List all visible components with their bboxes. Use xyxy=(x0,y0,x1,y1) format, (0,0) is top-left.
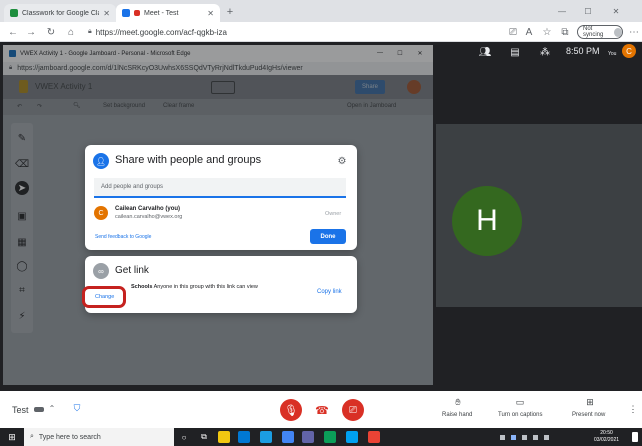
jamboard-window: VWEX Activity 1 - Google Jamboard - Pers… xyxy=(3,45,433,385)
more-options-icon[interactable]: ⋮ xyxy=(628,403,638,415)
home-icon[interactable]: ⌂ xyxy=(64,25,78,39)
mic-off-button[interactable]: 🎙︎ xyxy=(280,399,302,421)
close-tab-icon[interactable]: ✕ xyxy=(207,9,214,18)
you-label: You xyxy=(608,51,617,57)
participant-avatar: H xyxy=(452,186,522,256)
edge-app-icon[interactable] xyxy=(260,431,272,443)
owner-avatar: C xyxy=(94,206,108,220)
camera-off-button[interactable]: ⎚ xyxy=(342,399,364,421)
add-people-input[interactable]: Add people and groups xyxy=(94,178,346,198)
meet-header-bar: 👥︎ ▤ ⁂ 8:50 PM You C xyxy=(470,42,642,62)
activities-icon[interactable]: ⁂ xyxy=(538,45,552,59)
system-tray xyxy=(500,433,570,441)
store-app-icon[interactable] xyxy=(346,431,358,443)
meet-clock: 8:50 PM xyxy=(566,46,600,56)
more-menu-icon[interactable]: ⋯ xyxy=(627,25,641,39)
taskbar-search-box[interactable]: ⌕ Type here to search xyxy=(24,428,174,446)
cortana-icon[interactable]: ○ xyxy=(178,431,190,443)
tab-meet[interactable]: Meet - Test ✕ xyxy=(116,4,220,22)
self-avatar[interactable]: C xyxy=(622,44,636,58)
browser-tab-strip: Classwork for Google Classroom ✕ Meet - … xyxy=(0,0,642,22)
meeting-details-icon xyxy=(34,407,44,412)
mail-icon[interactable] xyxy=(238,431,250,443)
sync-label: Not syncing xyxy=(583,26,604,38)
lock-icon: 🔒︎ xyxy=(88,28,92,35)
battery-icon[interactable] xyxy=(533,434,538,440)
taskbar-clock[interactable]: 20:50 03/02/2021 xyxy=(594,430,619,444)
settings-gear-icon[interactable]: ⚙ xyxy=(335,154,349,168)
classroom-favicon xyxy=(10,9,18,17)
recording-icon xyxy=(134,10,140,16)
chevron-up-icon[interactable] xyxy=(500,434,505,440)
notifications-icon[interactable] xyxy=(632,432,638,442)
chevron-up-icon[interactable]: ⌃ xyxy=(46,402,58,414)
browser-address-row: ← → ↻ ⌂ 🔒︎ https://meet.google.com/acf-q… xyxy=(0,22,642,42)
minimize-icon[interactable]: — xyxy=(556,5,568,17)
tab-title: Classwork for Google Classroom xyxy=(22,9,99,17)
photos-app-icon[interactable] xyxy=(368,431,380,443)
tab-classroom[interactable]: Classwork for Google Classroom ✕ xyxy=(4,4,116,22)
taskbar-search-placeholder: Type here to search xyxy=(38,433,101,441)
search-icon: ⌕ xyxy=(30,433,34,440)
chrome-app-icon[interactable] xyxy=(282,431,294,443)
meeting-name: Test xyxy=(12,405,29,415)
security-shield-icon[interactable]: ⛉ xyxy=(70,401,84,415)
profile-avatar xyxy=(613,27,622,37)
network-icon[interactable] xyxy=(522,434,527,440)
screen-root: Classwork for Google Classroom ✕ Meet - … xyxy=(0,0,642,446)
owner-email: cailean.carvalho@vwex.org xyxy=(115,214,183,220)
raise-hand-label[interactable]: Raise hand xyxy=(442,412,472,418)
get-link-dialog: ∞ Get link Schools Anyone in this group … xyxy=(82,256,357,313)
teams-app-icon[interactable] xyxy=(302,431,314,443)
raise-hand-icon[interactable]: ✋︎ xyxy=(452,396,464,408)
get-link-title: Get link xyxy=(115,265,149,276)
onedrive-icon[interactable] xyxy=(511,434,516,440)
close-tab-icon[interactable]: ✕ xyxy=(103,9,110,18)
owner-name: Cailean Carvalho (you) xyxy=(115,206,181,212)
copy-link-button[interactable]: Copy link xyxy=(317,289,342,295)
back-icon[interactable]: ← xyxy=(6,25,20,39)
share-dialog: 👤︎ Share with people and groups ⚙ Add pe… xyxy=(85,145,357,250)
present-label[interactable]: Present now xyxy=(572,412,605,418)
read-aloud-icon[interactable]: A xyxy=(522,25,536,39)
link-access-prefix: Schools xyxy=(131,284,153,290)
share-dialog-title: Share with people and groups xyxy=(115,154,262,166)
file-explorer-icon[interactable] xyxy=(218,431,230,443)
end-call-icon[interactable]: ☎ xyxy=(314,402,330,418)
task-view-icon[interactable]: ⧉ xyxy=(198,431,210,443)
tab-title: Meet - Test xyxy=(144,9,179,17)
sync-status-button[interactable]: Not syncing xyxy=(577,25,623,39)
excel-app-icon[interactable] xyxy=(324,431,336,443)
taskbar-time: 20:50 xyxy=(600,430,613,436)
close-window-icon[interactable]: ✕ xyxy=(610,5,622,17)
new-tab-button[interactable]: + xyxy=(224,6,236,18)
link-access-line: Schools Anyone in this group with this l… xyxy=(131,284,258,290)
maximize-icon[interactable]: ☐ xyxy=(582,5,594,17)
captions-label[interactable]: Turn on captions xyxy=(498,412,542,418)
windows-taskbar: ⊞ ⌕ Type here to search ○ ⧉ 20:50 03/02/… xyxy=(0,428,642,446)
camera-icon[interactable]: ⎚ xyxy=(506,25,520,39)
share-people-icon: 👤︎ xyxy=(93,153,109,169)
favorites-icon[interactable]: ☆ xyxy=(540,25,554,39)
present-icon[interactable]: ⊞ xyxy=(584,396,596,408)
volume-icon[interactable] xyxy=(544,434,549,440)
meet-call-controls: Test ⌃ ⛉ 🎙︎ ☎ ⎚ ✋︎ Raise hand ▭ Turn on … xyxy=(0,391,642,428)
people-icon[interactable]: 👥︎ xyxy=(478,45,492,59)
address-bar[interactable]: 🔒︎ https://meet.google.com/acf-qgkb-iza xyxy=(88,25,448,39)
owner-role: Owner xyxy=(325,211,342,217)
link-access-desc: Anyone in this group with this link can … xyxy=(153,284,258,290)
collections-icon[interactable]: ⧉ xyxy=(558,25,572,39)
change-highlight-annotation xyxy=(82,286,126,308)
meet-favicon xyxy=(122,9,130,17)
send-feedback-link[interactable]: Send feedback to Google xyxy=(95,234,151,240)
done-button[interactable]: Done xyxy=(310,229,346,244)
windows-start-icon[interactable]: ⊞ xyxy=(6,431,18,443)
refresh-icon[interactable]: ↻ xyxy=(44,25,58,39)
forward-icon[interactable]: → xyxy=(24,25,38,39)
captions-icon[interactable]: ▭ xyxy=(514,396,526,408)
chat-icon[interactable]: ▤ xyxy=(508,45,522,59)
link-icon: ∞ xyxy=(93,263,109,279)
taskbar-date: 03/02/2021 xyxy=(594,437,620,443)
url-text: https://meet.google.com/acf-qgkb-iza xyxy=(95,27,227,37)
